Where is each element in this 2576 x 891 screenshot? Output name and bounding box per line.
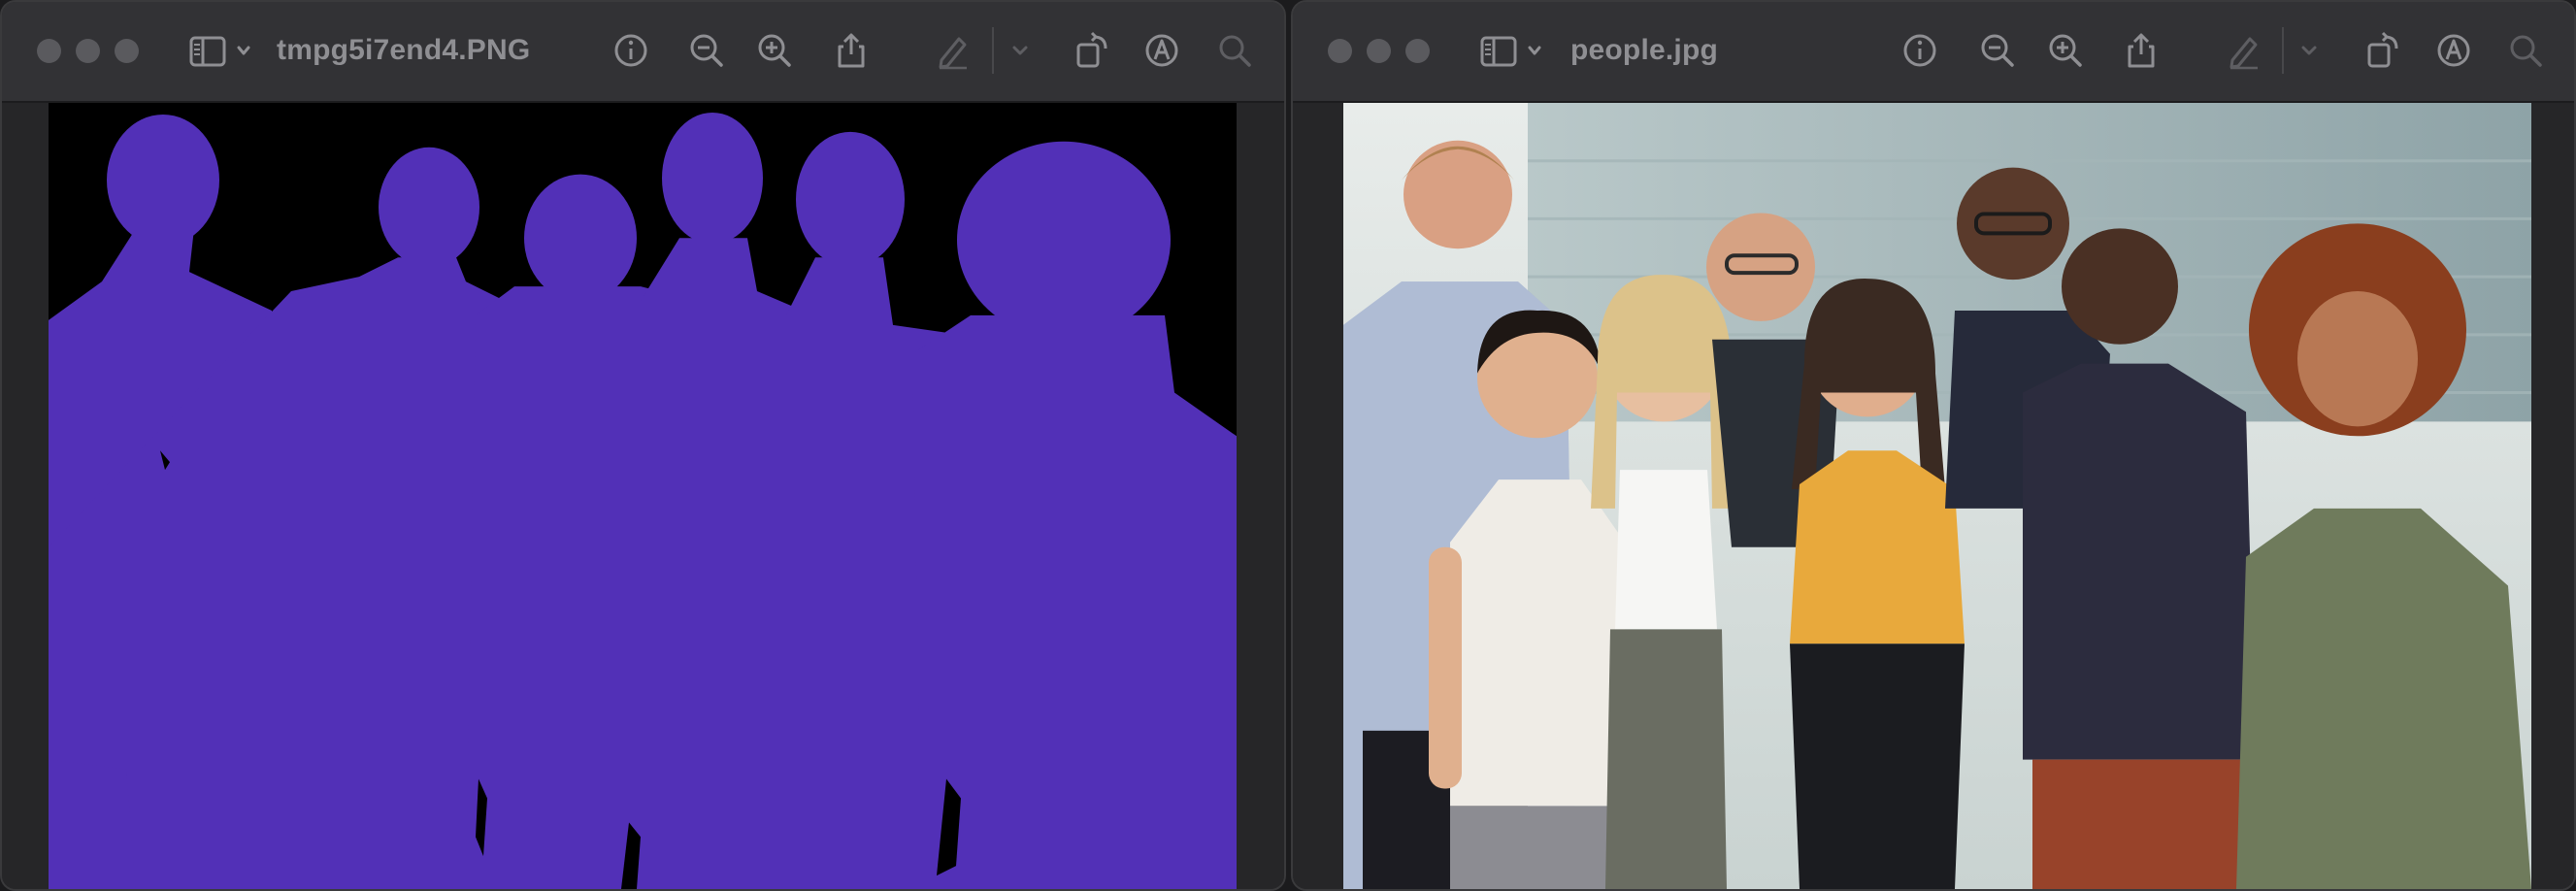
markup-button[interactable] <box>934 31 973 70</box>
zoom-button[interactable] <box>115 39 139 63</box>
markup-pen-icon <box>2229 37 2258 70</box>
zoom-in-icon <box>758 34 791 67</box>
markup-toolbar-button[interactable] <box>1142 31 1181 70</box>
document-content <box>2 103 1284 889</box>
zoom-in-button[interactable] <box>755 31 794 70</box>
window-title: people.jpg <box>1570 34 1718 66</box>
share-icon <box>838 33 865 68</box>
chevron-down-icon <box>1012 46 1028 55</box>
markup-circle-icon <box>1145 34 1178 67</box>
markup-menu-button[interactable] <box>1009 39 1031 62</box>
rotate-icon <box>1076 31 1107 68</box>
preview-window-photo: people.jpg <box>1291 0 2576 891</box>
titlebar: people.jpg <box>1293 2 2574 103</box>
sidebar-toggle-button[interactable] <box>1479 32 1551 71</box>
markup-circle-icon <box>2437 34 2470 67</box>
search-icon <box>1219 35 1251 67</box>
toolbar-separator <box>992 27 994 74</box>
photo-illustration <box>1343 103 2531 889</box>
info-button[interactable] <box>1900 31 1939 70</box>
share-button[interactable] <box>832 31 871 70</box>
share-icon <box>2128 33 2155 68</box>
search-button[interactable] <box>2506 31 2545 70</box>
zoom-out-icon <box>1981 34 2014 67</box>
close-button[interactable] <box>1328 39 1352 63</box>
info-button[interactable] <box>611 31 650 70</box>
markup-menu-button[interactable] <box>2298 39 2320 62</box>
share-button[interactable] <box>2122 31 2161 70</box>
zoom-out-button[interactable] <box>687 31 726 70</box>
mask-silhouettes <box>49 103 1237 889</box>
info-icon <box>1903 34 1936 67</box>
close-button[interactable] <box>37 39 61 63</box>
minimize-button[interactable] <box>76 39 100 63</box>
sidebar-toggle-icon <box>1480 36 1541 67</box>
rotate-button[interactable] <box>1073 31 1111 70</box>
zoom-in-button[interactable] <box>2046 31 2085 70</box>
info-icon <box>614 34 647 67</box>
people-photo <box>1343 103 2531 889</box>
markup-toolbar-button[interactable] <box>2434 31 2473 70</box>
zoom-out-button[interactable] <box>1978 31 2017 70</box>
search-icon <box>2510 35 2542 67</box>
sidebar-toggle-icon <box>189 36 250 67</box>
segmentation-mask-image <box>49 103 1237 889</box>
rotate-button[interactable] <box>2363 31 2402 70</box>
markup-button[interactable] <box>2225 31 2263 70</box>
zoom-button[interactable] <box>1405 39 1430 63</box>
titlebar: tmpg5i7end4.PNG <box>2 2 1284 103</box>
window-title: tmpg5i7end4.PNG <box>277 34 531 66</box>
document-content <box>1293 103 2574 889</box>
zoom-in-icon <box>2049 34 2082 67</box>
rotate-icon <box>2367 31 2398 68</box>
sidebar-toggle-button[interactable] <box>188 32 260 71</box>
markup-pen-icon <box>939 37 967 70</box>
toolbar-separator <box>2282 27 2284 74</box>
minimize-button[interactable] <box>1367 39 1391 63</box>
search-button[interactable] <box>1215 31 1254 70</box>
preview-window-mask: tmpg5i7end4.PNG <box>0 0 1286 891</box>
zoom-out-icon <box>690 34 723 67</box>
chevron-down-icon <box>2301 46 2317 55</box>
